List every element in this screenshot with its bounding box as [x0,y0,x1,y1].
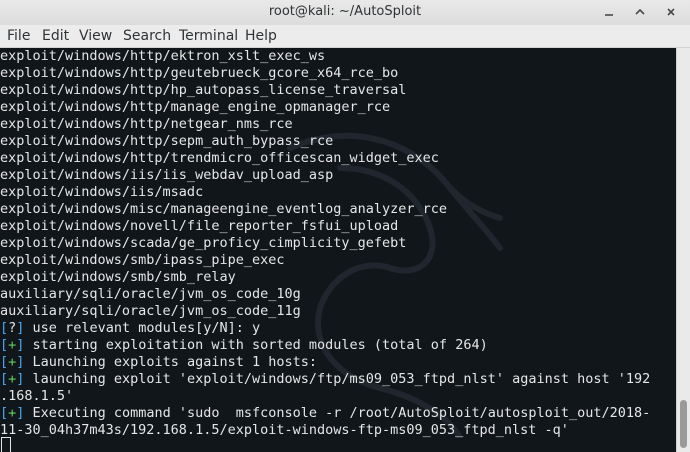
menu-bar: File Edit View Search Terminal Help [0,25,690,48]
output-line: exploit/windows/http/geutebrueck_gcore_x… [0,65,399,81]
status-line: [+] Executing command 'sudo msfconsole -… [0,405,651,421]
wrapped-line: .168.1.5' [0,388,74,404]
window-title: root@kali: ~/AutoSploit [268,4,422,19]
output-line: exploit/windows/smb/ipass_pipe_exec [0,252,285,268]
prompt-symbol: ? [8,320,17,336]
minimize-button[interactable] [600,3,618,21]
output-line: exploit/windows/http/sepm_auth_bypass_rc… [0,133,334,149]
menu-help[interactable]: Help [245,28,277,44]
output-line: exploit/windows/smb/smb_relay [0,269,236,285]
output-line: auxiliary/sqli/oracle/jvm_os_code_11g [0,303,301,319]
maximize-button[interactable] [631,3,649,21]
maximize-icon [635,8,645,15]
output-line: exploit/windows/http/ektron_xslt_exec_ws [0,48,326,64]
menu-terminal[interactable]: Terminal [179,28,238,44]
status-line: [+] starting exploitation with sorted mo… [0,337,488,353]
output-line: exploit/windows/http/netgear_nms_rce [0,116,293,132]
prompt-line: [?] use relevant modules[y/N]: y [0,320,261,336]
vertical-scrollbar[interactable] [676,48,690,452]
output-line: auxiliary/sqli/oracle/jvm_os_code_10g [0,286,301,302]
close-button[interactable] [662,3,680,21]
menu-edit[interactable]: Edit [42,28,69,44]
prompt-text: use relevant modules[y/N]: y [24,320,261,336]
scrollbar-thumb[interactable] [680,400,687,448]
output-line: exploit/windows/http/manage_engine_opman… [0,99,391,115]
status-line: [+] launching exploit 'exploit/windows/f… [0,371,651,387]
output-line: exploit/windows/scada/ge_proficy_cimplic… [0,235,407,251]
output-line: exploit/windows/iis/iis_webdav_upload_as… [0,167,334,183]
minimize-icon [605,14,613,16]
status-symbol: + [8,354,17,370]
wrapped-line: 11-30_04h37m43s/192.168.1.5/exploit-wind… [0,422,569,438]
status-symbol: + [8,371,17,387]
status-text: launching exploit 'exploit/windows/ftp/m… [24,371,651,387]
status-line: [+] Launching exploits against 1 hosts: [0,354,318,370]
status-symbol: + [8,405,17,421]
output-line: exploit/windows/misc/manageengine_eventl… [0,201,448,217]
output-line: exploit/windows/novell/file_reporter_fsf… [0,218,399,234]
status-text: starting exploitation with sorted module… [24,337,488,353]
output-line: exploit/windows/iis/msadc [0,184,204,200]
menu-view[interactable]: View [79,28,112,44]
menu-search[interactable]: Search [123,28,171,44]
output-line: exploit/windows/http/trendmicro_officesc… [0,150,439,166]
terminal-window: root@kali: ~/AutoSploit File Edit View S… [0,0,690,452]
status-text: Launching exploits against 1 hosts: [24,354,318,370]
status-text: Executing command 'sudo msfconsole -r /r… [24,405,651,421]
status-symbol: + [8,337,17,353]
terminal-output[interactable]: exploit/windows/http/ektron_xslt_exec_ws… [0,48,676,452]
title-bar: root@kali: ~/AutoSploit [0,0,690,26]
close-icon [667,8,675,16]
menu-file[interactable]: File [7,28,30,44]
terminal-cursor [1,437,11,452]
output-line: exploit/windows/http/hp_autopass_license… [0,82,407,98]
